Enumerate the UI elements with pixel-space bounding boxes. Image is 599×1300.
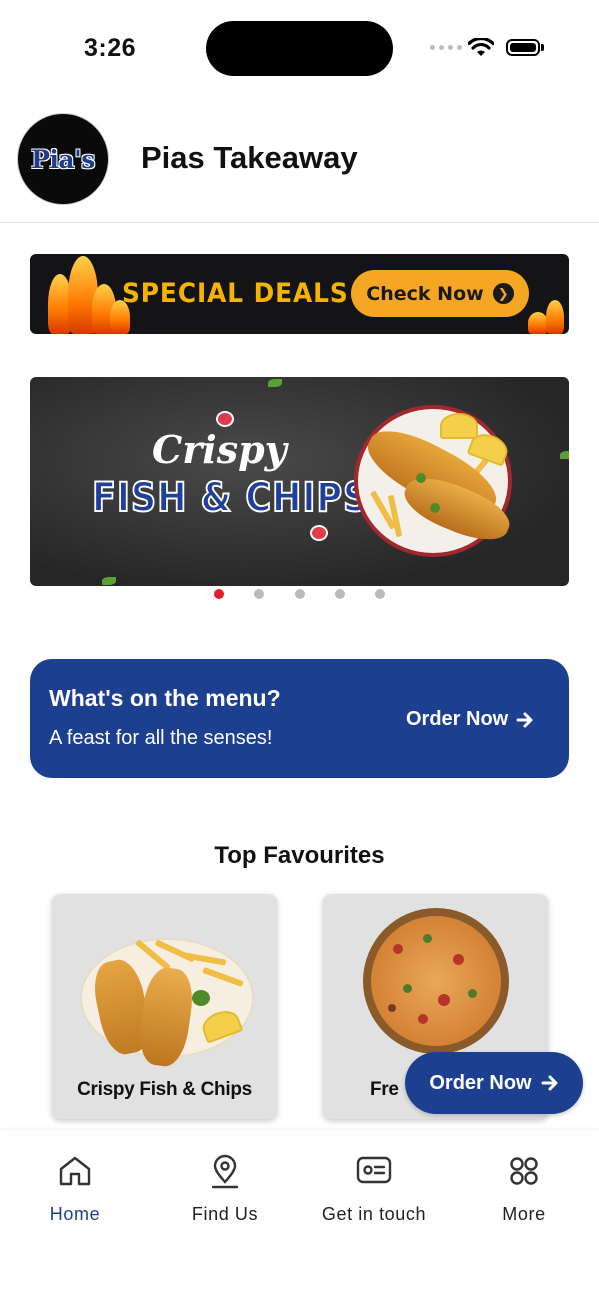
tab-home[interactable]: Home — [0, 1130, 150, 1240]
special-deals-text: SPECIAL DEALS — [122, 278, 349, 309]
app-header: Pia's Pias Takeaway — [0, 96, 599, 223]
menu-order-now-button[interactable]: Order Now — [406, 708, 534, 731]
tab-get-in-touch[interactable]: Get in touch — [299, 1130, 449, 1240]
carousel-dot[interactable] — [375, 589, 385, 599]
carousel-dot[interactable] — [214, 589, 224, 599]
arrow-right-icon — [516, 712, 533, 727]
wifi-icon — [468, 38, 494, 56]
dynamic-island — [206, 21, 393, 76]
bottom-tab-bar: Home Find Us Get in touch More — [0, 1130, 599, 1300]
order-now-label: Order Now — [406, 708, 509, 730]
favourite-name: Crispy Fish & Chips — [77, 1079, 252, 1100]
floating-order-now-label: Order Now — [429, 1071, 532, 1094]
menu-card-title: What's on the menu? — [49, 685, 281, 711]
floating-order-now-button[interactable]: Order Now — [405, 1052, 583, 1114]
arrow-right-icon — [541, 1075, 558, 1091]
carousel-dot[interactable] — [295, 589, 305, 599]
special-deals-banner[interactable]: SPECIAL DEALS Check Now ❯ — [30, 254, 569, 334]
tab-find-us[interactable]: Find Us — [150, 1130, 300, 1240]
battery-icon — [506, 39, 540, 56]
location-pin-icon — [211, 1154, 239, 1189]
contact-card-icon — [356, 1156, 392, 1184]
decoration-gem — [216, 411, 234, 427]
tab-label: Find Us — [191, 1204, 259, 1224]
chevron-right-icon: ❯ — [492, 283, 514, 304]
carousel-dot[interactable] — [335, 589, 345, 599]
menu-card-subtitle: A feast for all the senses! — [49, 727, 273, 749]
carousel-pagination — [0, 589, 599, 599]
top-favourites-heading: Top Favourites — [214, 842, 385, 869]
tab-label: More — [502, 1204, 546, 1224]
brand-logo[interactable]: Pia's — [17, 113, 109, 205]
menu-order-card[interactable]: What's on the menu? A feast for all the … — [30, 659, 569, 778]
status-time: 3:26 — [84, 34, 137, 62]
tab-more[interactable]: More — [449, 1130, 599, 1240]
check-now-label: Check Now — [366, 282, 484, 305]
slide-title-crispy: Crispy — [152, 427, 287, 472]
tab-label: Home — [49, 1204, 101, 1224]
grid-icon — [510, 1157, 538, 1185]
status-bar: 3:26 — [0, 0, 599, 96]
cellular-signal-icon — [430, 45, 462, 50]
slide-title-fish-chips: FISH & CHIPS — [91, 474, 370, 522]
carousel-dot[interactable] — [254, 589, 264, 599]
favourite-name: Fre — [370, 1079, 399, 1100]
tab-label: Get in touch — [321, 1204, 427, 1224]
favourite-card-fish-chips[interactable]: Crispy Fish & Chips — [52, 894, 277, 1119]
check-now-button[interactable]: Check Now ❯ — [351, 270, 529, 317]
app-title: Pias Takeaway — [141, 140, 358, 175]
hero-carousel-slide[interactable]: Crispy FISH & CHIPS — [30, 377, 569, 586]
logo-text: Pia's — [31, 144, 95, 174]
home-icon — [59, 1156, 91, 1186]
